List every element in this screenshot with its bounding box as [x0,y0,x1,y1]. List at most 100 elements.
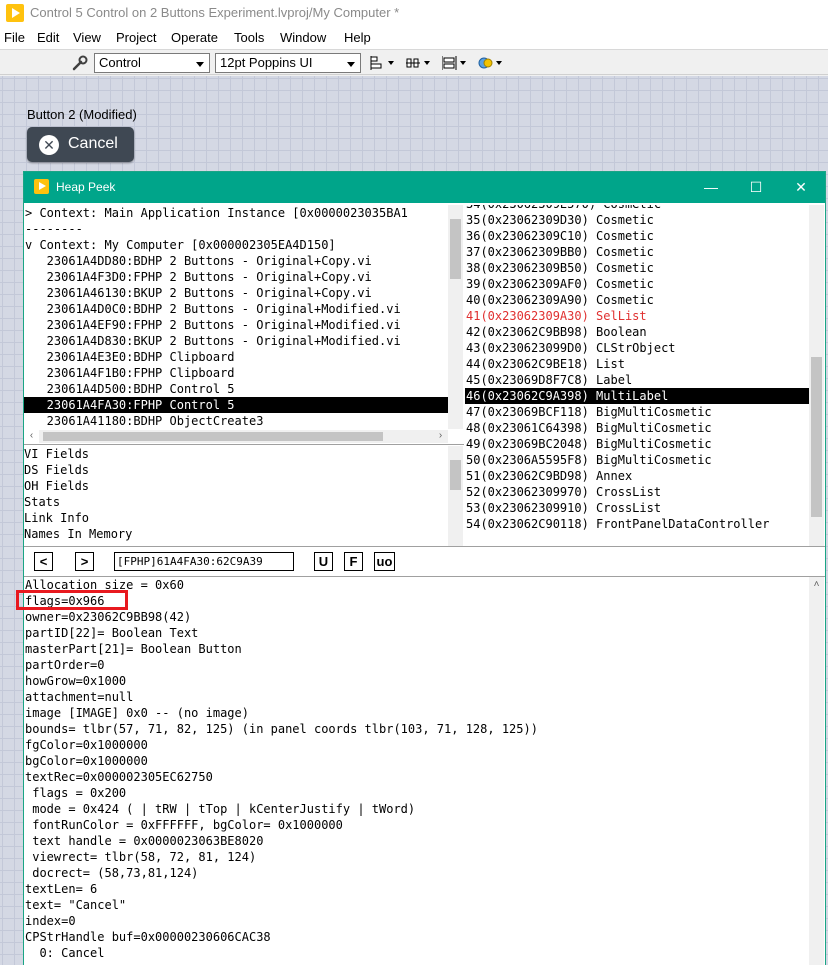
context-list-item[interactable]: 23061A4F1B0:FPHP Clipboard [24,365,448,381]
menu-tools[interactable]: Tools [234,30,264,45]
object-list-item[interactable]: 34(0x23062309E570) Cosmetic [465,205,809,212]
object-list-item[interactable]: 37(0x23062309BB0) Cosmetic [465,244,809,260]
object-list-item[interactable]: 52(0x23062309970) CrossList [465,484,809,500]
menu-help[interactable]: Help [344,30,371,45]
scroll-up-icon[interactable]: ˄ [809,578,824,592]
detail-line: flags = 0x200 [25,786,127,800]
details-scrollbar[interactable]: ˄ [809,577,824,965]
scrollbar-thumb[interactable] [450,460,461,490]
context-list-item[interactable]: 23061A4E3E0:BDHP Clipboard [24,349,448,365]
cancel-button[interactable]: ✕ Cancel [27,127,134,162]
divider [24,546,825,547]
object-list-scrollbar[interactable] [809,205,824,546]
object-list-item[interactable]: 42(0x23062C9BB98) Boolean [465,324,809,340]
font-dropdown[interactable]: 12pt Poppins UI [215,53,361,73]
context-list-item[interactable]: -------- [24,221,448,237]
context-list-item[interactable]: 23061A4F3D0:FPHP 2 Buttons - Original+Co… [24,269,448,285]
menu-operate[interactable]: Operate [171,30,218,45]
context-list-item[interactable]: 23061A4D500:BDHP Control 5 [24,381,448,397]
f-button[interactable]: F [344,552,363,571]
context-list-scrollbar[interactable] [448,205,463,429]
distribute-objects-icon [406,58,420,68]
cancel-button-label: Cancel [68,135,118,152]
heap-peek-title: Heap Peek [56,180,116,194]
wrench-icon[interactable] [72,55,88,71]
chevron-down-icon [496,61,502,65]
button-caption: Button 2 (Modified) [27,107,137,122]
maximize-icon[interactable]: ☐ [745,177,767,197]
menu-window[interactable]: Window [280,30,326,45]
context-list-item[interactable]: 23061A4FA30:FPHP Control 5 [24,397,448,413]
reorder-button[interactable] [476,53,504,73]
detail-line: CPStrHandle buf=0x00000230606CAC38 [25,930,271,944]
uo-button[interactable]: uo [374,552,395,571]
object-list-item[interactable]: 35(0x23062309D30) Cosmetic [465,212,809,228]
scrollbar-thumb[interactable] [811,357,822,517]
scrollbar-thumb[interactable] [450,219,461,279]
next-button[interactable]: > [75,552,94,571]
scroll-right-icon[interactable]: › [433,429,448,443]
heap-peek-titlebar: Heap Peek — ☐ ✕ [24,172,825,203]
detail-line: masterPart[21]= Boolean Button [25,642,242,656]
menu-project[interactable]: Project [116,30,156,45]
mode-dropdown[interactable]: Control [94,53,210,73]
context-list-item[interactable]: 23061A4D0C0:BDHP 2 Buttons - Original+Mo… [24,301,448,317]
detail-line: text= "Cancel" [25,898,127,912]
detail-line: textRec=0x000002305EC62750 [25,770,213,784]
u-button[interactable]: U [314,552,333,571]
object-list-item[interactable]: 50(0x2306A5595F8) BigMultiCosmetic [465,452,809,468]
object-list-item[interactable]: 39(0x23062309AF0) Cosmetic [465,276,809,292]
context-list-item[interactable]: > Context: Main Application Instance [0x… [24,205,448,221]
highlight-annotation-box [16,590,128,610]
context-list-item[interactable]: 23061A46130:BKUP 2 Buttons - Original+Co… [24,285,448,301]
object-list-item[interactable]: 44(0x23062C9BE18) List [465,356,809,372]
object-list-item[interactable]: 41(0x23062309A30) SelList [465,308,809,324]
context-list-item[interactable]: 23061A4DD80:BDHP 2 Buttons - Original+Co… [24,253,448,269]
minimize-icon[interactable]: — [700,177,722,197]
object-list-item[interactable]: 53(0x23062309910) CrossList [465,500,809,516]
context-list-item[interactable]: 23061A4D830:BKUP 2 Buttons - Original+Mo… [24,333,448,349]
object-list-item[interactable]: 47(0x23069BCF118) BigMultiCosmetic [465,404,809,420]
object-list-item[interactable]: 43(0x230623099D0) CLStrObject [465,340,809,356]
field-list-item[interactable]: VI Fields [24,446,448,462]
field-list-item[interactable]: Names In Memory [24,526,448,542]
distribute-objects-button[interactable] [404,53,432,73]
object-list-item[interactable]: 49(0x23069BC2048) BigMultiCosmetic [465,436,809,452]
font-dropdown-value: 12pt Poppins UI [220,55,313,70]
object-list-item[interactable]: 54(0x23062C90118) FrontPanelDataControll… [465,516,809,532]
menu-edit[interactable]: Edit [37,30,59,45]
field-list[interactable]: VI Fields DS Fields OH Fields Stats Link Inf… [24,446,448,546]
menu-view[interactable]: View [73,30,101,45]
detail-line: attachment=null [25,690,134,704]
object-list-item[interactable]: 48(0x23061C64398) BigMultiCosmetic [465,420,809,436]
context-list-item[interactable]: 23061A41180:BDHP ObjectCreate3 [24,413,448,429]
object-list-item[interactable]: 51(0x23062C9BD98) Annex [465,468,809,484]
detail-line: image [IMAGE] 0x0 -- (no image) [25,706,249,720]
menu-file[interactable]: File [4,30,25,45]
context-list[interactable]: > Context: Main Application Instance [0x… [24,205,448,429]
align-objects-button[interactable] [368,53,396,73]
previous-button[interactable]: < [34,552,53,571]
object-list-item[interactable]: 36(0x23062309C10) Cosmetic [465,228,809,244]
chevron-down-icon [347,62,355,67]
close-icon[interactable]: ✕ [790,177,812,197]
field-list-item[interactable]: Link Info [24,510,448,526]
field-list-scrollbar[interactable] [448,446,463,546]
address-field[interactable]: [FPHP]61A4FA30:62C9A39 [114,552,294,571]
field-list-item[interactable]: DS Fields [24,462,448,478]
context-list-item[interactable]: v Context: My Computer [0x000002305EA4D1… [24,237,448,253]
scroll-left-icon[interactable]: ‹ [24,429,39,443]
resize-objects-button[interactable] [440,53,468,73]
detail-line: partOrder=0 [25,658,105,672]
object-list-item[interactable]: 46(0x23062C9A398) MultiLabel [465,388,809,404]
object-list-item[interactable]: 45(0x23069D8F7C8) Label [465,372,809,388]
chevron-down-icon [388,61,394,65]
object-list-item[interactable]: 40(0x23062309A90) Cosmetic [465,292,809,308]
scrollbar-thumb[interactable] [43,432,383,441]
object-list-item[interactable]: 38(0x23062309B50) Cosmetic [465,260,809,276]
field-list-item[interactable]: OH Fields [24,478,448,494]
context-list-item[interactable]: 23061A4EF90:FPHP 2 Buttons - Original+Mo… [24,317,448,333]
context-hscrollbar[interactable] [39,430,448,443]
field-list-item[interactable]: Stats [24,494,448,510]
object-list[interactable]: 34(0x23062309E570) Cosmetic35(0x23062309… [465,205,809,546]
